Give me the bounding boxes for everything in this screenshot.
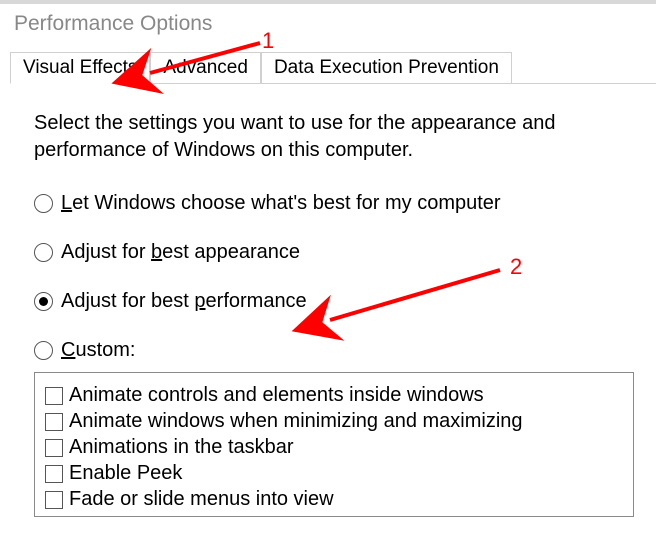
radio-icon: [34, 292, 53, 311]
checkbox-icon: [45, 491, 63, 509]
check-animate-controls[interactable]: Animate controls and elements inside win…: [45, 384, 623, 407]
check-label: Animate controls and elements inside win…: [69, 384, 484, 407]
check-label: Fade or slide menus into view: [69, 488, 334, 511]
window-title: Performance Options: [0, 0, 656, 42]
radio-icon: [34, 194, 53, 213]
radio-icon: [34, 341, 53, 360]
visual-effects-panel: Select the settings you want to use for …: [0, 84, 656, 517]
check-animations-taskbar[interactable]: Animations in the taskbar: [45, 436, 623, 459]
check-enable-peek[interactable]: Enable Peek: [45, 462, 623, 485]
checkbox-icon: [45, 465, 63, 483]
tab-data-execution-prevention[interactable]: Data Execution Prevention: [261, 52, 512, 83]
check-animate-windows-minmax[interactable]: Animate windows when minimizing and maxi…: [45, 410, 623, 433]
radio-custom[interactable]: Custom:: [34, 339, 634, 362]
check-label: Animations in the taskbar: [69, 436, 294, 459]
instruction-text: Select the settings you want to use for …: [34, 110, 604, 164]
checkbox-icon: [45, 413, 63, 431]
perf-radio-group: Let Windows choose what's best for my co…: [34, 192, 634, 362]
tab-label: Advanced: [163, 57, 248, 78]
radio-best-appearance[interactable]: Adjust for best appearance: [34, 241, 634, 264]
check-fade-slide-menus[interactable]: Fade or slide menus into view: [45, 488, 623, 511]
radio-let-windows-choose[interactable]: Let Windows choose what's best for my co…: [34, 192, 634, 215]
effects-checklist[interactable]: Animate controls and elements inside win…: [34, 372, 634, 517]
radio-label: Adjust for best performance: [61, 290, 307, 313]
tab-strip: Visual Effects Advanced Data Execution P…: [10, 52, 656, 84]
radio-label: Let Windows choose what's best for my co…: [61, 192, 501, 215]
radio-label: Custom:: [61, 339, 135, 362]
radio-label: Adjust for best appearance: [61, 241, 300, 264]
check-label: Enable Peek: [69, 462, 182, 485]
tab-label: Data Execution Prevention: [274, 57, 499, 78]
tab-visual-effects[interactable]: Visual Effects: [10, 52, 150, 84]
radio-icon: [34, 243, 53, 262]
radio-best-performance[interactable]: Adjust for best performance: [34, 290, 634, 313]
tab-label: Visual Effects: [23, 57, 137, 78]
tab-advanced[interactable]: Advanced: [150, 52, 261, 83]
checkbox-icon: [45, 439, 63, 457]
check-label: Animate windows when minimizing and maxi…: [69, 410, 523, 433]
checkbox-icon: [45, 387, 63, 405]
